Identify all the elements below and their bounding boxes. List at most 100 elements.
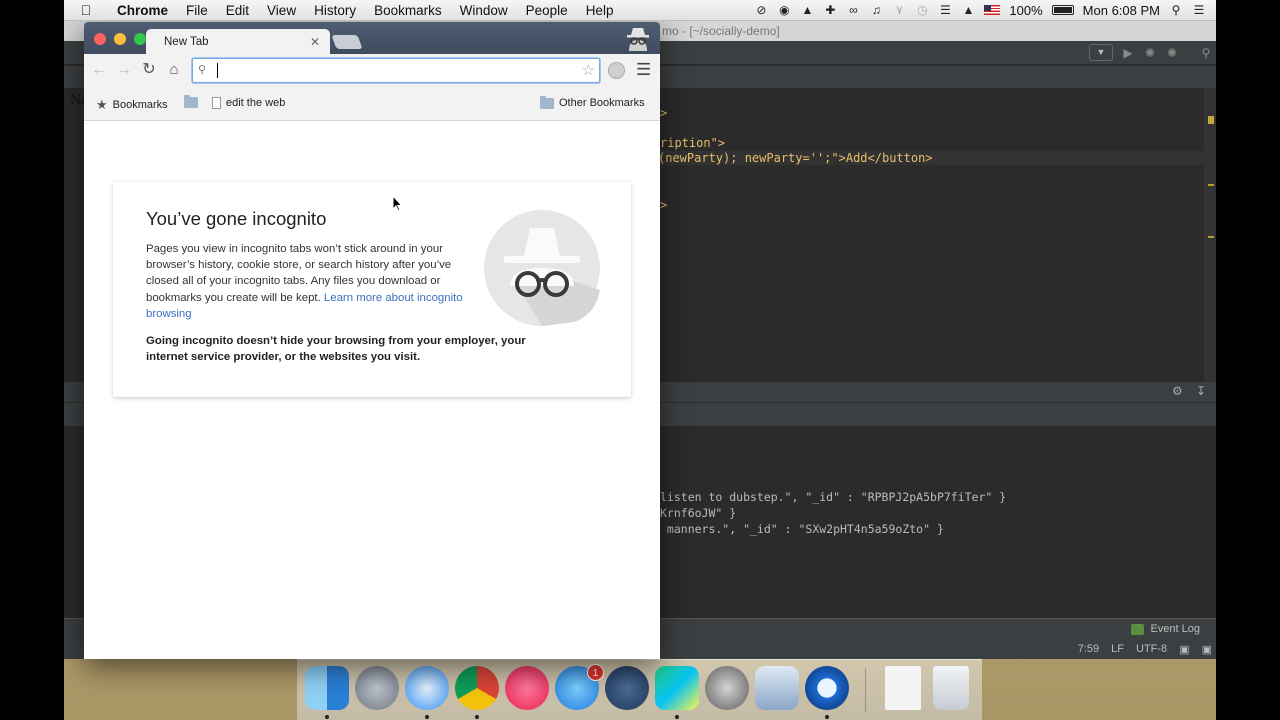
coverage-icon[interactable]: ✺ [1164,45,1180,61]
new-tab-button[interactable] [331,35,363,49]
incognito-heading: You’ve gone incognito [146,208,327,229]
menu-history[interactable]: History [305,3,365,18]
plus-cross-icon[interactable]: ✚ [823,3,837,17]
forward-button[interactable]: → [115,61,133,79]
menu-file[interactable]: File [177,3,217,18]
webstorm-icon[interactable] [655,666,699,710]
incognito-description: Pages you view in incognito tabs won’t s… [146,241,466,322]
run-config-dropdown[interactable]: ▼ [1089,44,1113,61]
extension-icon[interactable] [608,62,625,79]
safari-icon[interactable] [405,666,449,710]
letterbox-right [1216,0,1280,720]
back-button[interactable]: ← [90,61,108,79]
record-icon[interactable]: ◉ [777,3,791,17]
quicktime-icon[interactable] [805,666,849,710]
editor-error-stripe[interactable] [1204,88,1216,384]
home-button[interactable]: ⌂ [165,61,183,79]
bookmarks-label: Bookmarks [112,99,168,111]
menu-people[interactable]: People [517,3,577,18]
menu-view[interactable]: View [258,3,305,18]
notification-bell-icon[interactable]: ♫ [869,3,883,17]
keynote-icon[interactable] [755,666,799,710]
bookmarks-manager-button[interactable]: ★ Bookmarks [96,97,168,113]
itunes-icon[interactable] [505,666,549,710]
console-line: manners.", "_id" : "SXw2pHT4n5a59oZto" } [660,522,944,536]
bluetooth-icon[interactable]: ۷ [892,3,906,17]
input-source-flag-icon[interactable] [984,5,1001,15]
menu-bookmarks[interactable]: Bookmarks [365,3,451,18]
incognito-card: You’ve gone incognito Pages you view in … [113,182,631,397]
debug-icon[interactable]: ✺ [1142,45,1158,61]
omnibox-input[interactable] [215,61,575,80]
bookmarks-bar: ★ Bookmarks edit the web Other Bookmarks [84,87,660,121]
menu-help[interactable]: Help [577,3,623,18]
menu-bar:  Chrome File Edit View History Bookmark… [64,0,1216,21]
system-preferences-icon[interactable] [705,666,749,710]
new-tab-page: You’ve gone incognito Pages you view in … [84,121,660,659]
folder-icon [184,95,198,108]
mouse-cursor-icon [392,195,403,212]
chrome-incognito-window: New Tab ✕ ← → ↻ ⌂ ⚲ ☆ ☰ ★ Bookmarks edit… [84,22,660,659]
line-separator[interactable]: LF [1111,643,1124,656]
code-line: ription"> [660,136,726,150]
running-indicator [675,715,679,719]
search-everywhere-icon[interactable]: ⚲ [1198,45,1214,61]
text-caret [217,63,218,78]
event-log-label: Event Log [1150,623,1200,635]
notification-center-icon[interactable]: ☰ [1192,3,1206,17]
glasses-icon[interactable]: ∞ [846,3,860,17]
app-store-badge: 1 [587,664,604,681]
finder-icon[interactable] [305,666,349,710]
bookmark-label: edit the web [226,97,286,109]
drive-icon[interactable]: ▲ [800,3,814,17]
dock-separator [865,668,866,712]
chrome-menu-button[interactable]: ☰ [636,60,651,80]
volume-icon[interactable]: ▲ [961,3,975,17]
reload-button[interactable]: ↻ [140,61,158,79]
tab-title: New Tab [164,36,209,48]
sourcetree-icon[interactable] [605,666,649,710]
chrome-icon[interactable] [455,666,499,710]
other-bookmarks-folder[interactable]: Other Bookmarks [540,95,645,109]
apple-icon[interactable]:  [64,2,108,18]
menu-chrome[interactable]: Chrome [108,3,177,18]
code-line-current: (newParty); newParty='';">Add</button> [658,151,1204,165]
trash-icon[interactable] [933,666,969,710]
running-indicator [825,715,829,719]
menu-edit[interactable]: Edit [217,3,258,18]
battery-icon[interactable] [1051,5,1074,15]
hide-panel-icon[interactable]: ↧ [1196,384,1206,398]
settings-gear-icon[interactable]: ⚙ [1172,384,1183,398]
menu-window[interactable]: Window [451,3,517,18]
document-icon[interactable] [885,666,921,710]
lock-icon[interactable]: ▣ [1179,643,1189,656]
page-icon [212,97,221,109]
caret-position[interactable]: 7:59 [1078,643,1099,656]
code-line: > [660,106,668,120]
spotlight-search-icon[interactable]: ⚲ [1169,3,1183,17]
console-line: Krnf6oJW" } [660,506,737,520]
omnibox[interactable]: ⚲ ☆ [192,58,600,83]
bookmark-folder[interactable] [184,95,198,108]
event-log-button[interactable]: Event Log [1131,623,1200,635]
time-machine-icon[interactable]: ◷ [915,3,929,17]
close-tab-icon[interactable]: ✕ [310,29,320,55]
close-window-button[interactable] [94,33,106,45]
incognito-spy-icon [484,210,600,326]
bookmark-edit-the-web[interactable]: edit the web [212,97,285,109]
file-encoding[interactable]: UTF-8 [1136,643,1167,656]
search-icon: ⚲ [198,64,207,76]
clock[interactable]: Mon 6:08 PM [1083,3,1160,18]
bookmark-star-icon[interactable]: ☆ [582,61,595,79]
minimize-window-button[interactable] [114,33,126,45]
tab-new-tab[interactable]: New Tab ✕ [146,29,330,55]
status-menus: ⊘ ◉ ▲ ✚ ∞ ♫ ۷ ◷ ☰ ▲ 100% Mon 6:08 PM ⚲ ☰ [754,3,1216,18]
running-indicator [425,715,429,719]
run-icon[interactable]: ▶ [1120,45,1136,61]
zoom-window-button[interactable] [134,33,146,45]
memory-indicator-icon[interactable]: ▣ [1202,643,1212,656]
star-icon: ★ [96,97,108,112]
do-not-disturb-icon[interactable]: ⊘ [754,3,768,17]
wifi-icon[interactable]: ☰ [938,3,952,17]
launchpad-icon[interactable] [355,666,399,710]
